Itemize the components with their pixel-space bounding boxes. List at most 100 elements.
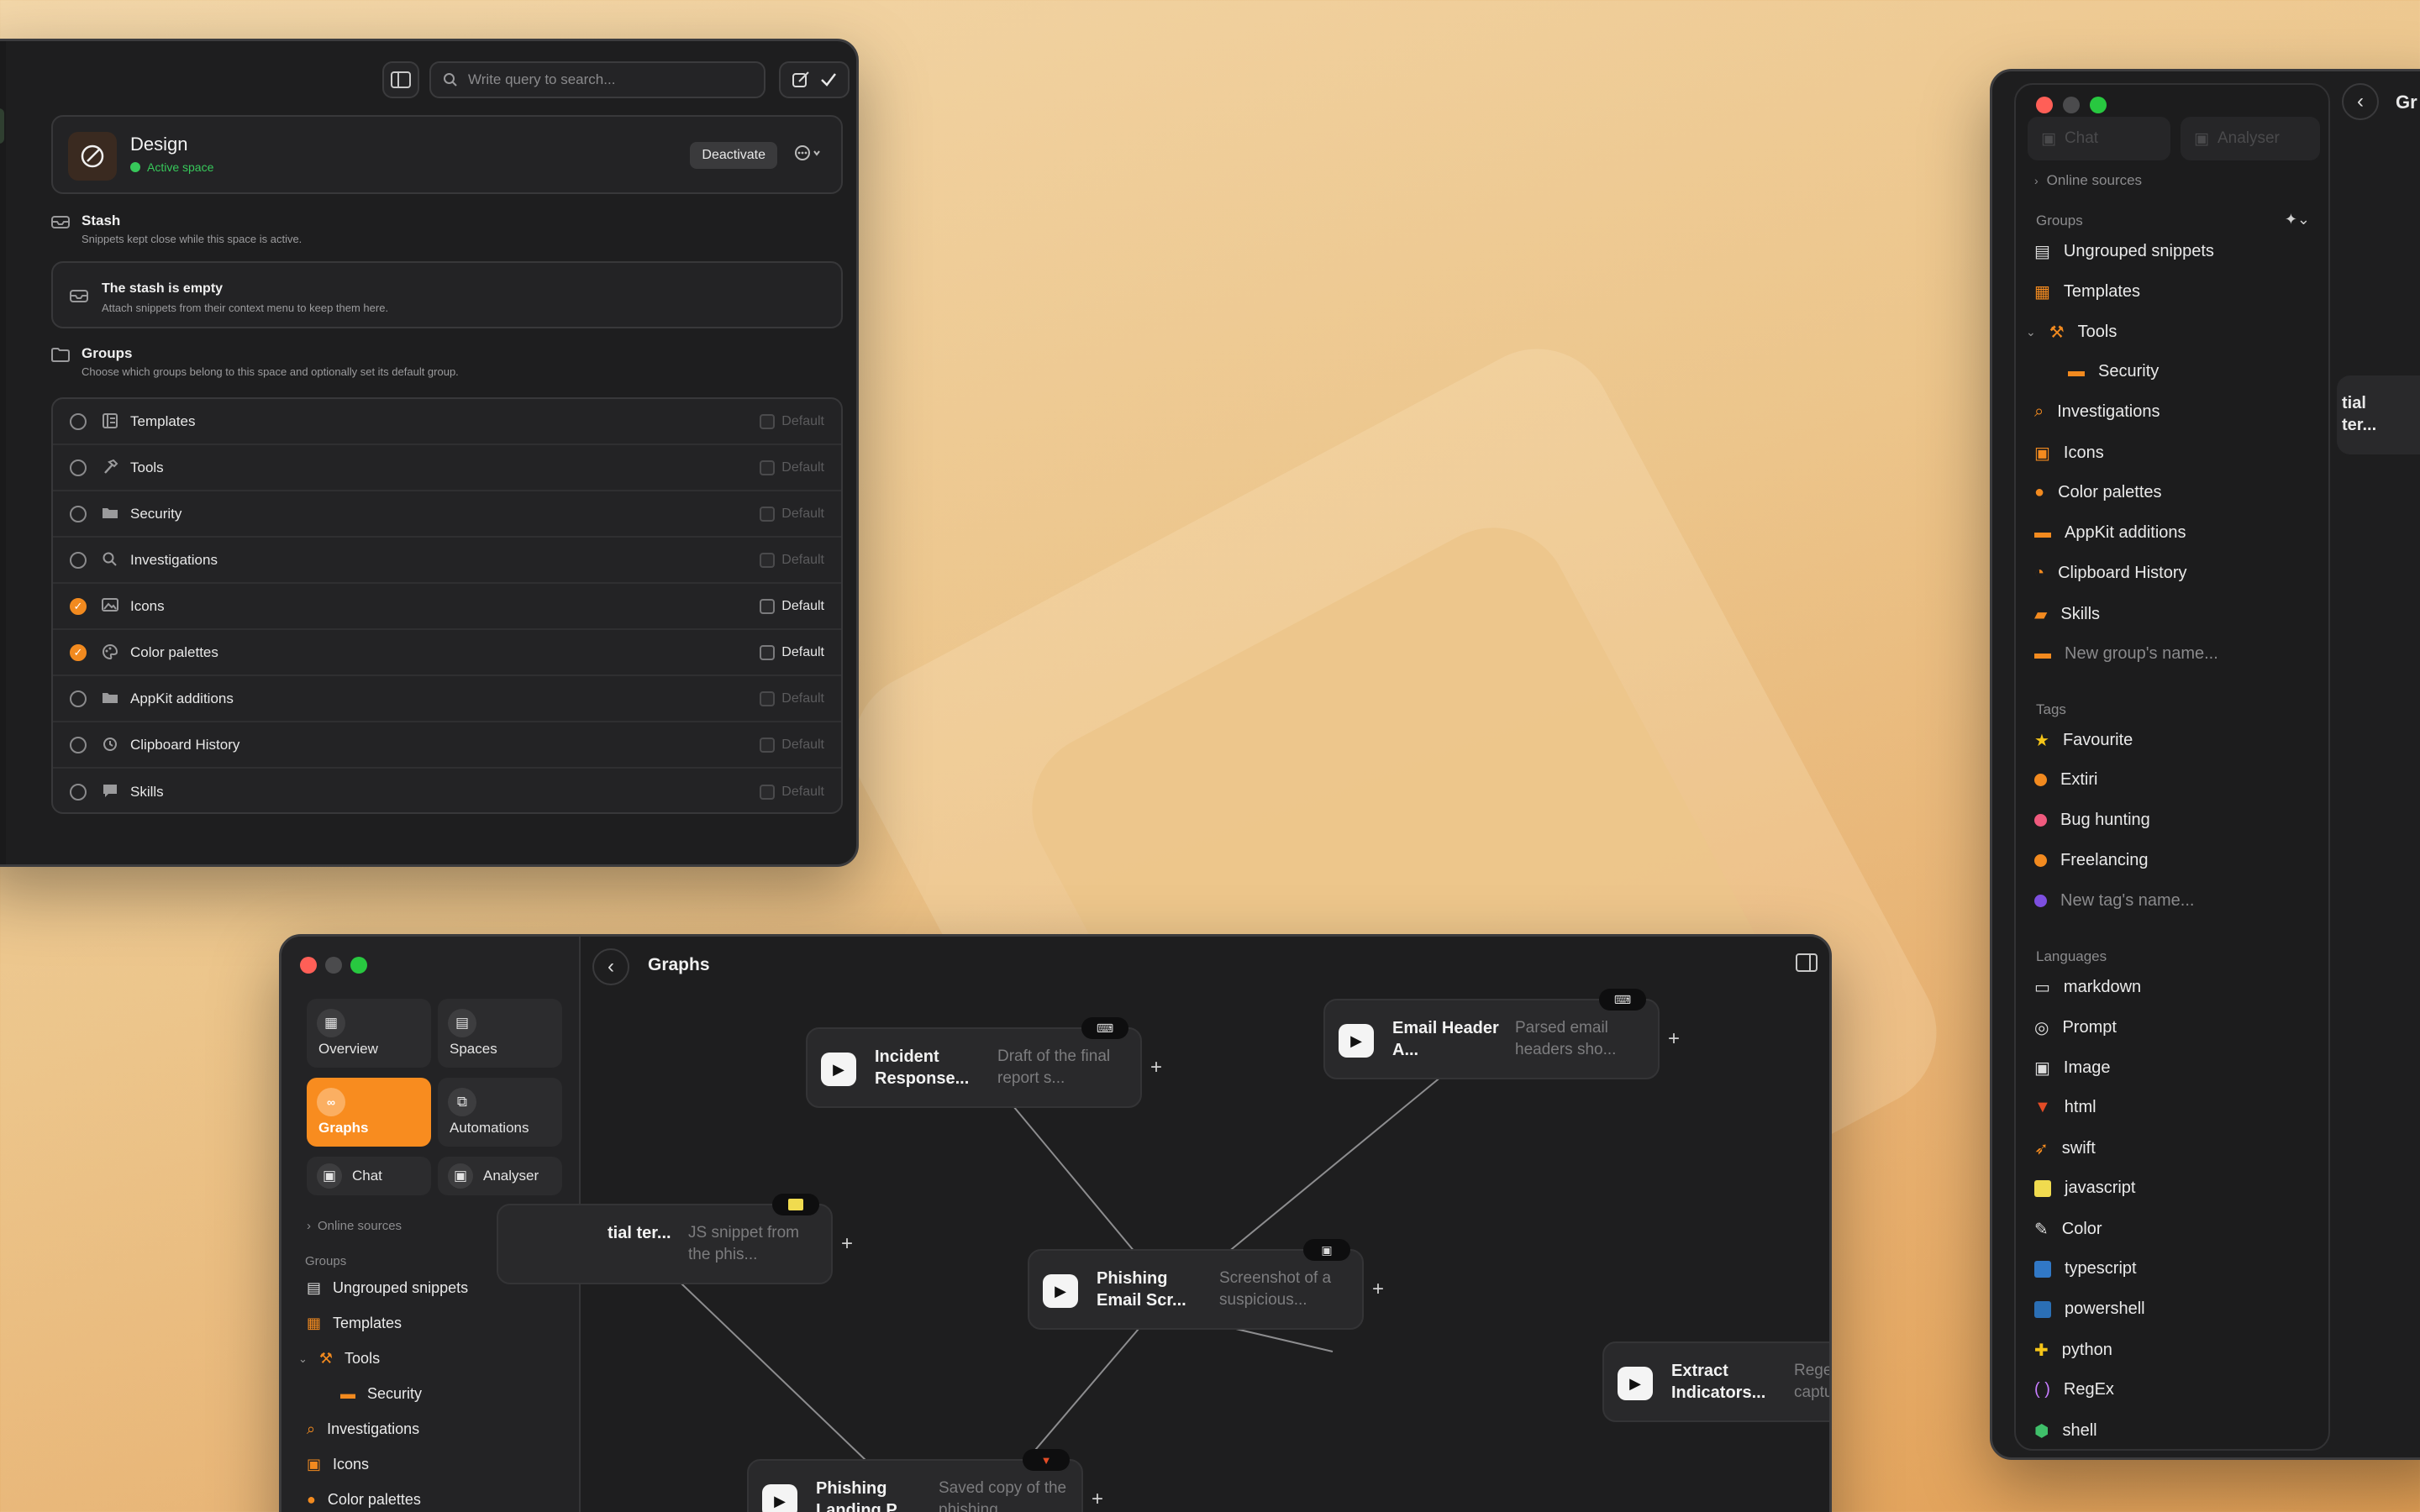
toggle-sidebar-button[interactable] <box>382 61 419 98</box>
compose-icon[interactable] <box>792 71 810 89</box>
nav-graphs[interactable]: ∞ Graphs <box>307 1078 431 1147</box>
sidebar-item-tools[interactable]: ⌄ ⚒ Tools <box>298 1350 380 1368</box>
tag-extiri[interactable]: Extiri <box>2034 770 2097 790</box>
language-markdown[interactable]: ▭ markdown <box>2034 977 2141 998</box>
graph-node[interactable]: ⌨ ▶ Incident Response... Draft of the fi… <box>806 1017 1162 1108</box>
nav-overview[interactable]: ▦ Overview <box>307 999 431 1068</box>
minimize-button[interactable] <box>325 957 342 974</box>
checkmark-icon[interactable] <box>820 72 837 87</box>
default-checkbox[interactable]: Default <box>760 506 824 522</box>
graph-node[interactable]: ( ) ▶ Extract Indicators... Regex patter… <box>1602 1341 1829 1422</box>
sidebar-item-ungrouped[interactable]: ▤ Ungrouped snippets <box>307 1279 468 1297</box>
zoom-button[interactable] <box>350 957 367 974</box>
sidebar-item-skills[interactable]: ▰ Skills <box>2034 604 2100 625</box>
default-checkbox[interactable]: Default <box>760 644 824 660</box>
graph-node[interactable]: ⌨ ▶ Email Header A... Parsed email heade… <box>1323 989 1680 1079</box>
close-button[interactable] <box>2036 97 2053 113</box>
nav-analyser[interactable]: ▣ Analyser <box>438 1157 562 1195</box>
add-connection-button[interactable]: + <box>1668 1027 1680 1051</box>
inspector-toggle-button[interactable] <box>1796 953 1818 972</box>
group-row[interactable]: Tools Default <box>53 445 841 491</box>
back-button[interactable]: ‹ <box>2342 83 2379 120</box>
group-radio-checked[interactable]: ✓ <box>70 643 87 661</box>
add-connection-button[interactable]: + <box>841 1232 853 1256</box>
play-button[interactable]: ▶ <box>1618 1367 1653 1400</box>
default-checkbox[interactable]: Default <box>760 784 824 800</box>
add-connection-button[interactable]: + <box>1372 1278 1384 1301</box>
more-options-button[interactable] <box>794 144 823 161</box>
language-typescript[interactable]: typescript <box>2034 1259 2137 1278</box>
add-group-button[interactable]: ✦⌄ <box>2285 211 2310 228</box>
language-powershell[interactable]: powershell <box>2034 1299 2145 1319</box>
group-radio[interactable] <box>70 551 87 569</box>
sidebar-item-security[interactable]: ▬ Security <box>340 1385 422 1403</box>
language-prompt[interactable]: ◎ Prompt <box>2034 1017 2117 1038</box>
default-checkbox[interactable]: Default <box>760 737 824 753</box>
back-button[interactable]: ‹ <box>592 948 629 985</box>
language-regex[interactable]: ( ) RegEx <box>2034 1380 2114 1399</box>
add-connection-button[interactable]: + <box>1150 1056 1162 1079</box>
language-swift[interactable]: ➶ swift <box>2034 1138 2096 1159</box>
sidebar-item-ungrouped[interactable]: ▤ Ungrouped snippets <box>2034 241 2214 262</box>
nav-automations[interactable]: ⧉ Automations <box>438 1078 562 1147</box>
graph-canvas[interactable]: ‹ Graphs ⌨ ▶ Incident Response... Draft … <box>497 937 1829 1512</box>
group-radio[interactable] <box>70 459 87 476</box>
close-button[interactable] <box>300 957 317 974</box>
default-checkbox[interactable]: Default <box>760 690 824 706</box>
group-radio[interactable] <box>70 505 87 522</box>
group-row[interactable]: Investigations Default <box>53 538 841 584</box>
default-checkbox[interactable]: Default <box>760 413 824 429</box>
minimize-button[interactable] <box>2063 97 2080 113</box>
play-button[interactable]: ▶ <box>762 1484 797 1512</box>
deactivate-button[interactable]: Deactivate <box>690 142 777 169</box>
sidebar-item-templates[interactable]: ▦ Templates <box>307 1315 402 1332</box>
chat-button[interactable]: ▣ Chat <box>2028 117 2170 160</box>
sidebar-item-tools[interactable]: ⌄ ⚒ Tools <box>2026 322 2117 343</box>
default-checkbox[interactable]: Default <box>760 598 824 614</box>
group-row[interactable]: Skills Default <box>53 769 841 815</box>
sidebar-item-appkit[interactable]: ▬ AppKit additions <box>2034 523 2186 543</box>
nav-spaces[interactable]: ▤ Spaces <box>438 999 562 1068</box>
zoom-button[interactable] <box>2090 97 2107 113</box>
tag-freelancing[interactable]: Freelancing <box>2034 851 2149 870</box>
group-radio[interactable] <box>70 412 87 430</box>
sidebar-item-icons[interactable]: ▣ Icons <box>307 1456 369 1473</box>
graph-node[interactable]: ▼ ▶ Phishing Landing P... Saved copy of … <box>747 1449 1103 1512</box>
language-image[interactable]: ▣ Image <box>2034 1058 2111 1079</box>
language-python[interactable]: ✚ python <box>2034 1340 2112 1361</box>
new-group-input[interactable]: ▬ New group's name... <box>2034 644 2218 664</box>
analyser-button[interactable]: ▣ Analyser <box>2181 117 2320 160</box>
new-tag-input[interactable]: New tag's name... <box>2034 891 2194 911</box>
tag-bug-hunting[interactable]: Bug hunting <box>2034 811 2150 830</box>
sidebar-item-clipboard-history[interactable]: ◔ Clipboard History <box>2034 564 2186 583</box>
graph-node[interactable]: ▣ ▶ Phishing Email Scr... Screenshot of … <box>1028 1239 1384 1330</box>
sidebar-item-templates[interactable]: ▦ Templates <box>2034 281 2140 302</box>
sidebar-item-color-palettes[interactable]: ● Color palettes <box>2034 483 2162 502</box>
default-checkbox[interactable]: Default <box>760 459 824 475</box>
group-row[interactable]: ✓ Color palettes Default <box>53 630 841 676</box>
group-radio[interactable] <box>70 690 87 707</box>
default-checkbox[interactable]: Default <box>760 552 824 568</box>
language-html[interactable]: ▼ html <box>2034 1098 2096 1117</box>
online-sources-toggle[interactable]: › Online sources <box>2034 172 2142 189</box>
play-button[interactable]: ▶ <box>821 1053 856 1086</box>
language-color[interactable]: ✎ Color <box>2034 1219 2102 1240</box>
group-row[interactable]: Templates Default <box>53 399 841 445</box>
group-row[interactable]: Clipboard History Default <box>53 722 841 769</box>
online-sources-toggle[interactable]: › Online sources <box>307 1219 402 1233</box>
add-connection-button[interactable]: + <box>1092 1488 1103 1511</box>
graph-node-peek[interactable]: tialter... JSfr <box>2337 375 2420 454</box>
group-row[interactable]: Security Default <box>53 491 841 538</box>
sidebar-item-investigations[interactable]: ⌕ Investigations <box>307 1420 419 1438</box>
search-input[interactable]: Write query to search... <box>429 61 765 98</box>
language-javascript[interactable]: javascript <box>2034 1179 2135 1198</box>
sidebar-item-color-palettes[interactable]: ● Color palettes <box>307 1491 421 1509</box>
language-shell[interactable]: ⬢ shell <box>2034 1420 2097 1441</box>
nav-chat[interactable]: ▣ Chat <box>307 1157 431 1195</box>
group-radio[interactable] <box>70 736 87 753</box>
sidebar-item-icons[interactable]: ▣ Icons <box>2034 443 2104 464</box>
graph-node[interactable]: tial ter... JS snippet from the phis... … <box>497 1194 853 1284</box>
sidebar-item-security[interactable]: ▬ Security <box>2068 362 2159 381</box>
group-row[interactable]: ✓ Icons Default <box>53 584 841 630</box>
play-button[interactable]: ▶ <box>1043 1274 1078 1308</box>
